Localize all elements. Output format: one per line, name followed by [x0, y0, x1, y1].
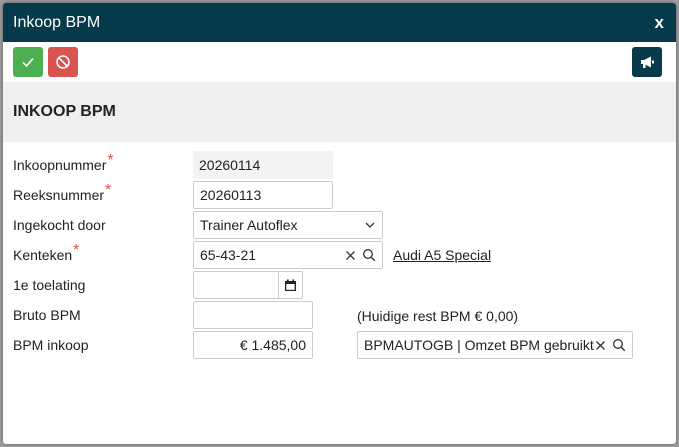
megaphone-icon: [641, 56, 654, 68]
search-icon[interactable]: [612, 338, 626, 352]
kenteken-row: Kenteken *: [13, 241, 79, 269]
bpm-inkoop-row: BPM inkoop: [13, 331, 88, 359]
section-title: INKOOP BPM: [13, 103, 116, 120]
dialog-title: Inkoop BPM: [13, 13, 101, 31]
inkoopnummer-field: 20260114: [193, 151, 333, 179]
toelating-label: 1e toelating: [13, 277, 86, 293]
announce-button[interactable]: [632, 47, 662, 77]
inkoopnummer-row: Inkoopnummer *: [13, 151, 114, 179]
cancel-button[interactable]: [48, 47, 78, 77]
bpm-account-value: BPMAUTOGB | Omzet BPM gebruikt: [364, 337, 594, 353]
bruto-bpm-label: Bruto BPM: [13, 307, 81, 323]
inkoopnummer-value: 20260114: [199, 157, 261, 173]
clear-icon[interactable]: [595, 340, 606, 351]
toelating-row: 1e toelating: [13, 271, 85, 299]
bpm-inkoop-input[interactable]: € 1.485,00: [193, 331, 313, 359]
kenteken-input[interactable]: 65-43-21: [193, 241, 383, 269]
vehicle-link[interactable]: Audi A5 Special: [393, 247, 491, 263]
kenteken-label: Kenteken: [13, 247, 73, 263]
check-icon: [22, 57, 34, 68]
dialog-titlebar: Inkoop BPM x: [3, 3, 676, 42]
required-marker: *: [107, 152, 114, 169]
toolbar: [3, 42, 676, 82]
save-button[interactable]: [13, 47, 43, 77]
calendar-button[interactable]: [279, 271, 303, 299]
required-marker: *: [73, 242, 80, 259]
inkoopnummer-label: Inkoopnummer: [13, 157, 107, 173]
reeksnummer-value: 20260113: [200, 187, 262, 203]
ingekocht-door-label: Ingekocht door: [13, 217, 106, 233]
reeksnummer-input[interactable]: 20260113: [193, 181, 333, 209]
kenteken-value: 65-43-21: [200, 247, 257, 263]
inkoop-bpm-dialog: Inkoop BPM x INKOOP BPM Inkoopnummer * 20…: [3, 3, 676, 444]
clear-icon[interactable]: [345, 250, 356, 261]
ingekocht-door-value: Trainer Autoflex: [200, 217, 298, 233]
rest-bpm-note: (Huidige rest BPM € 0,00): [357, 308, 519, 324]
section-header: INKOOP BPM: [3, 82, 676, 142]
ban-icon: [56, 55, 70, 69]
chevron-down-icon: [365, 222, 375, 228]
bruto-bpm-input[interactable]: [193, 301, 313, 329]
bruto-bpm-row: Bruto BPM: [13, 301, 81, 329]
bpm-inkoop-label: BPM inkoop: [13, 337, 89, 353]
calendar-icon: [285, 279, 296, 291]
search-icon[interactable]: [362, 248, 376, 262]
reeksnummer-label: Reeksnummer: [13, 187, 105, 203]
close-button[interactable]: x: [655, 13, 666, 33]
reeksnummer-row: Reeksnummer *: [13, 181, 111, 209]
bpm-account-select[interactable]: BPMAUTOGB | Omzet BPM gebruikt: [357, 331, 633, 359]
bpm-inkoop-value: € 1.485,00: [239, 337, 306, 353]
required-marker: *: [105, 182, 112, 199]
ingekocht-door-row: Ingekocht door: [13, 211, 106, 239]
toelating-date-input[interactable]: [193, 271, 279, 299]
ingekocht-door-select[interactable]: Trainer Autoflex: [193, 211, 383, 239]
